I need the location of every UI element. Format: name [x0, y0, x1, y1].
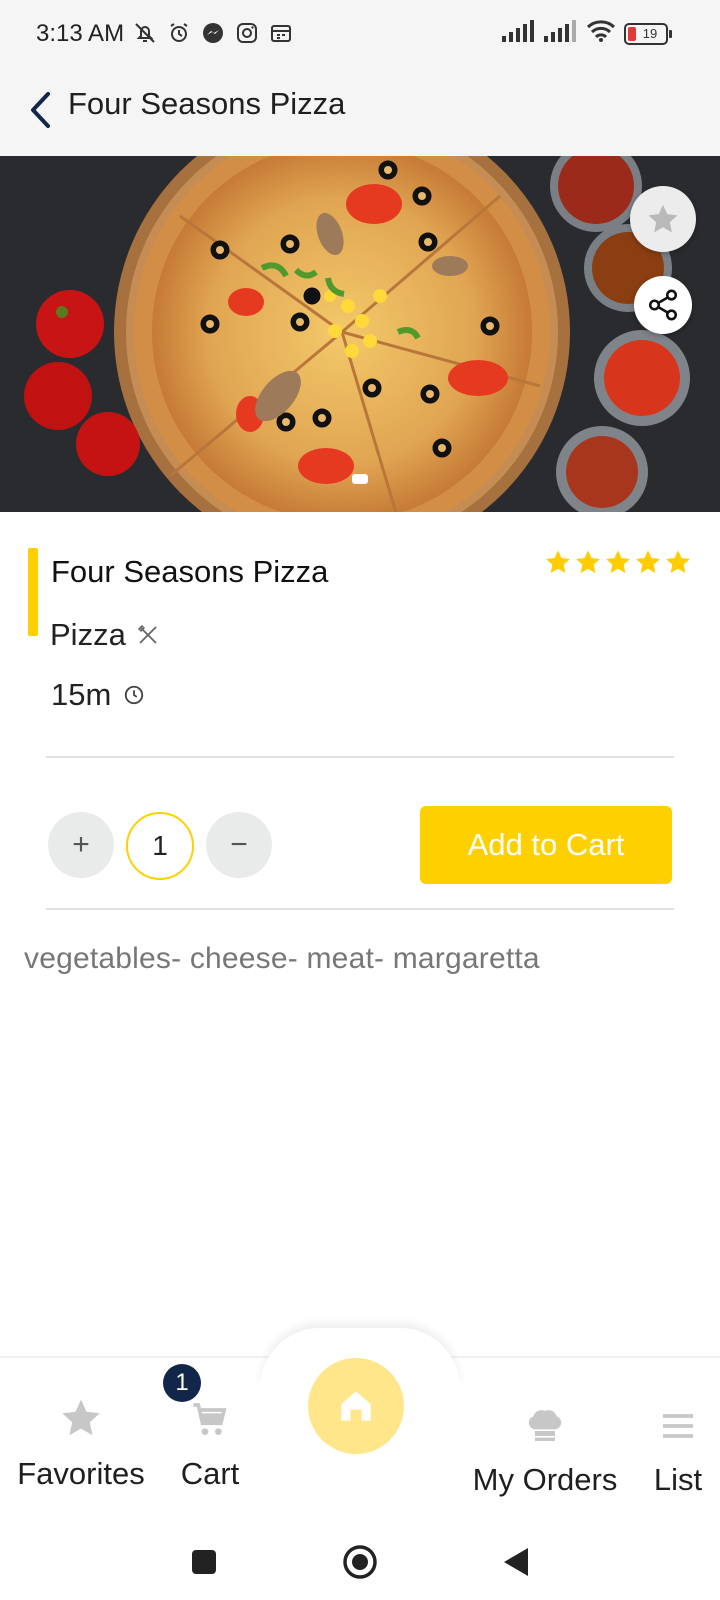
- notifications-off-icon: [132, 20, 158, 46]
- instagram-icon: [234, 20, 260, 46]
- nav-cart-label: Cart: [180, 1456, 240, 1491]
- add-to-cart-button[interactable]: Add to Cart: [420, 806, 672, 884]
- product-image: [0, 156, 720, 512]
- square-icon: [192, 1550, 216, 1574]
- divider: [46, 756, 674, 758]
- circle-icon: [343, 1545, 377, 1579]
- system-home-button[interactable]: [340, 1542, 380, 1582]
- battery-level: 19: [642, 25, 658, 41]
- clock-icon: [125, 685, 144, 705]
- accent-bar: [28, 548, 38, 636]
- back-button[interactable]: [16, 82, 66, 138]
- utensils-icon: [137, 624, 157, 644]
- nav-list[interactable]: List: [648, 1396, 708, 1498]
- triangle-back-icon: [504, 1548, 528, 1576]
- quantity-decrease-button[interactable]: −: [206, 812, 272, 878]
- prep-time-row: 15m: [51, 677, 145, 713]
- app-header: Four Seasons Pizza: [0, 70, 720, 156]
- category-label: Pizza: [50, 617, 126, 652]
- pizza-photo: [0, 156, 720, 512]
- system-back-button[interactable]: [496, 1542, 536, 1582]
- prep-time: 15m: [51, 677, 112, 712]
- share-button[interactable]: [634, 276, 692, 334]
- cart-icon: [193, 1403, 227, 1435]
- cart-count-badge: 1: [163, 1364, 201, 1402]
- home-button[interactable]: [308, 1358, 404, 1454]
- rating-star-icon: [576, 550, 600, 573]
- product-description: vegetables- cheese- meat- margaretta: [24, 942, 540, 975]
- rating-star-icon: [666, 550, 690, 573]
- chevron-left-icon: [31, 92, 50, 128]
- divider: [46, 908, 674, 910]
- status-time: 3:13 AM: [36, 20, 125, 47]
- home-icon: [341, 1391, 371, 1421]
- rating-star-icon: [636, 550, 660, 573]
- battery-icon: 19: [624, 22, 672, 45]
- signal-icon: [502, 20, 536, 47]
- status-notification-icons: [132, 20, 294, 46]
- nav-cart[interactable]: Cart: [170, 1390, 250, 1492]
- rating-star-icon: [546, 550, 570, 573]
- quantity-value: 1: [126, 812, 194, 880]
- system-nav-bar: [0, 1520, 720, 1600]
- nav-favorites-label: Favorites: [17, 1456, 145, 1491]
- wifi-icon: [586, 20, 616, 47]
- page-title: Four Seasons Pizza: [68, 86, 346, 121]
- star-icon: [648, 204, 678, 233]
- quantity-increase-button[interactable]: +: [48, 812, 114, 878]
- rating-stars: [544, 548, 692, 576]
- signal-icon: [544, 20, 578, 47]
- recent-apps-button[interactable]: [184, 1542, 224, 1582]
- carousel-indicator: [352, 474, 368, 484]
- star-icon: [62, 1399, 100, 1436]
- menu-icon: [663, 1414, 693, 1438]
- nav-list-label: List: [653, 1462, 703, 1497]
- calendar-icon: [268, 20, 294, 46]
- rating-star-icon: [606, 550, 630, 573]
- share-icon: [648, 289, 678, 321]
- status-system-icons: 19: [502, 20, 672, 47]
- nav-favorites[interactable]: Favorites: [16, 1390, 146, 1492]
- chef-hat-icon: [528, 1410, 562, 1441]
- category-row: Pizza: [50, 617, 160, 653]
- messenger-icon: [200, 20, 226, 46]
- alarm-icon: [166, 20, 192, 46]
- nav-my-orders-label: My Orders: [472, 1462, 618, 1497]
- status-bar: 3:13 AM 19: [0, 0, 720, 70]
- product-title: Four Seasons Pizza: [51, 554, 329, 589]
- nav-my-orders[interactable]: My Orders: [470, 1396, 620, 1498]
- favorite-button[interactable]: [630, 186, 696, 252]
